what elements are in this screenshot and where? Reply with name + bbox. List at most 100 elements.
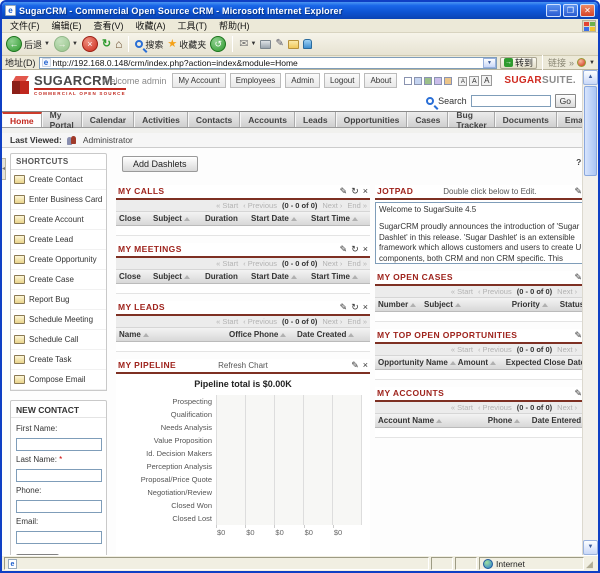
history-button[interactable]: ↺ [210,36,226,52]
addon-icon[interactable] [577,58,586,67]
column-amount[interactable]: Amount [458,358,504,367]
refresh-button[interactable]: ↻ [102,39,111,50]
font-size-small-button[interactable]: A [458,77,467,86]
menu-file[interactable]: 文件(F) [4,19,46,32]
discuss-button[interactable] [288,40,299,49]
links-chevron[interactable]: » [569,58,574,68]
column-name[interactable]: Name [119,330,227,339]
tab-bug-tracker[interactable]: Bug Tracker [448,112,494,127]
links-label[interactable]: 链接 [548,56,566,69]
pager-previous[interactable]: Previous [478,403,512,412]
close-dashlet-icon[interactable]: × [363,187,368,196]
go-to-button[interactable]: → 转到 [500,57,537,69]
sidebar-item-create-contact[interactable]: Create Contact [11,170,106,190]
sidebar-item-create-account[interactable]: Create Account [11,210,106,230]
first-name-field[interactable] [16,438,102,451]
tab-opportunities[interactable]: Opportunities [336,112,408,127]
pager-end[interactable]: End [347,259,367,268]
sidebar-item-create-lead[interactable]: Create Lead [11,230,106,250]
tab-activities[interactable]: Activities [134,112,188,127]
tab-leads[interactable]: Leads [295,112,336,127]
theme-swatch-blue[interactable] [414,77,422,85]
font-size-medium-button[interactable]: A [469,76,479,86]
column-phone[interactable]: Phone [488,416,530,425]
column-subject[interactable]: Subject [153,272,203,281]
edit-button[interactable]: ✎ [275,39,283,49]
column-date-created[interactable]: Date Created [297,330,367,339]
back-button[interactable]: ← 后退 ▼ [6,36,50,52]
stop-button[interactable]: × [82,36,98,52]
last-name-field[interactable] [16,469,102,482]
pager-previous[interactable]: Previous [243,259,277,268]
sidebar-item-enter-business-card[interactable]: Enter Business Card [11,190,106,210]
nav-about[interactable]: About [364,73,397,88]
sidebar-item-compose-email[interactable]: Compose Email [11,370,106,390]
edit-dashlet-icon[interactable]: ✎ [351,361,359,370]
add-dashlets-button[interactable]: Add Dashlets [122,156,198,172]
tab-calendar[interactable]: Calendar [82,112,134,127]
edit-dashlet-icon[interactable]: ✎ [574,389,582,398]
pager-start[interactable]: Start [216,259,238,268]
forward-button[interactable]: → ▼ [54,36,78,52]
menu-tools[interactable]: 工具(T) [172,19,214,32]
pager-next[interactable]: Next [557,345,577,354]
menu-help[interactable]: 帮助(H) [213,19,256,32]
pager-start[interactable]: Start [216,201,238,210]
column-duration[interactable]: Duration [205,272,249,281]
resize-grip[interactable]: ◢ [586,558,596,570]
refresh-dashlet-icon[interactable]: ↻ [351,303,359,312]
pager-previous[interactable]: Previous [478,287,512,296]
column-subject[interactable]: Subject [153,214,203,223]
tab-home[interactable]: Home [2,112,42,127]
close-button[interactable]: ✕ [580,4,595,17]
column-start-time[interactable]: Start Time [311,272,367,281]
sidebar-item-schedule-meeting[interactable]: Schedule Meeting [11,310,106,330]
sidebar-item-schedule-call[interactable]: Schedule Call [11,330,106,350]
sidebar-item-create-task[interactable]: Create Task [11,350,106,370]
pager-next[interactable]: Next [322,317,342,326]
addon-dropdown-icon[interactable]: ▼ [589,60,595,66]
home-button[interactable]: ⌂ [115,38,122,50]
column-close[interactable]: Close [119,272,151,281]
forward-dropdown-icon[interactable]: ▼ [72,41,78,47]
menu-view[interactable]: 查看(V) [88,19,130,32]
favorites-button[interactable]: ★ 收藏夹 [167,38,206,51]
pager-start[interactable]: Start [216,317,238,326]
address-dropdown-icon[interactable]: ▼ [483,58,496,68]
search-input[interactable] [471,95,551,107]
tab-documents[interactable]: Documents [495,112,557,127]
nav-admin[interactable]: Admin [285,73,320,88]
mail-dropdown-icon[interactable]: ▼ [251,41,257,47]
maximize-button[interactable]: ❐ [563,4,578,17]
tab-emails[interactable]: Emails [557,112,582,127]
tab-cases[interactable]: Cases [407,112,448,127]
pager-previous[interactable]: Previous [243,201,277,210]
nav-logout[interactable]: Logout [324,73,360,88]
theme-swatch-green[interactable] [424,77,432,85]
edit-dashlet-icon[interactable]: ✎ [340,245,348,254]
scroll-down-icon[interactable]: ▼ [583,540,598,555]
theme-swatch-orange[interactable] [444,77,452,85]
pager-previous[interactable]: Previous [243,317,277,326]
edit-dashlet-icon[interactable]: ✎ [574,331,582,340]
column-close[interactable]: Close [119,214,151,223]
nav-employees[interactable]: Employees [230,73,282,88]
last-viewed-item[interactable]: Administrator [83,135,133,145]
sidebar-item-create-case[interactable]: Create Case [11,270,106,290]
messenger-button[interactable] [303,39,312,49]
column-expected-close-date[interactable]: Expected Close Date [506,358,582,367]
phone-field[interactable] [16,500,102,513]
edit-dashlet-icon[interactable]: ✎ [574,187,582,196]
column-status[interactable]: Status [560,300,582,309]
edit-dashlet-icon[interactable]: ✎ [340,303,348,312]
jotpad-editor[interactable]: Welcome to SugarSuite 4.5 SugarCRM proud… [375,202,582,264]
theme-swatch-white[interactable] [404,77,412,85]
column-start-date[interactable]: Start Date [251,214,309,223]
close-dashlet-icon[interactable]: × [363,303,368,312]
font-size-large-button[interactable]: A [481,75,492,86]
theme-swatch-purple[interactable] [434,77,442,85]
menu-favorites[interactable]: 收藏(A) [130,19,172,32]
sidebar-item-report-bug[interactable]: Report Bug [11,290,106,310]
column-priority[interactable]: Priority [512,300,558,309]
pager-start[interactable]: Start [451,287,473,296]
